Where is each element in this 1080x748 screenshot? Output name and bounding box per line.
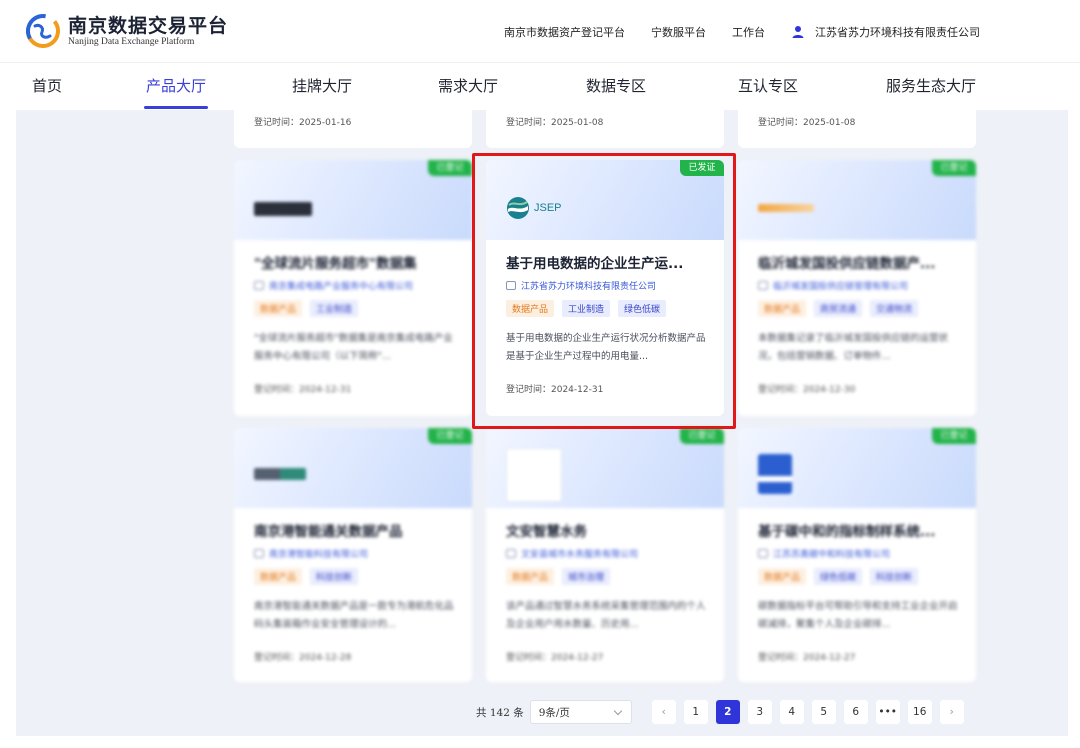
tag: 数据产品 (758, 300, 806, 317)
nav-service-ecosystem[interactable]: 服务生态大厅 (886, 75, 976, 96)
page-button-current[interactable]: 2 (716, 700, 740, 724)
company-logo (758, 204, 814, 212)
page-button[interactable]: 6 (844, 700, 868, 724)
prev-page-button[interactable]: ‹ (652, 700, 676, 724)
page-size-select[interactable]: 9条/页 (530, 700, 632, 724)
status-badge: 已登记 (932, 428, 976, 444)
tag: 数据产品 (758, 568, 806, 585)
product-title[interactable]: 临沂城发国投供应链数据产... (758, 252, 958, 272)
company-logo (254, 468, 306, 480)
product-card-bottom[interactable]: 登记时间：2025-01-08 (738, 110, 976, 148)
register-date: 登记时间：2025-01-16 (254, 115, 351, 128)
nav-product-hall[interactable]: 产品大厅 (146, 75, 206, 96)
main-nav: 首页 产品大厅 挂牌大厅 需求大厅 数据专区 互认专区 服务生态大厅 (0, 62, 1080, 110)
next-page-button[interactable]: › (940, 700, 964, 724)
page-button[interactable]: 4 (780, 700, 804, 724)
status-badge: 已登记 (680, 428, 724, 444)
tag: 科技创新 (870, 568, 918, 585)
link-asset-registration[interactable]: 南京市数据资产登记平台 (504, 24, 625, 40)
company-icon (254, 549, 264, 558)
nav-active-indicator (144, 106, 208, 109)
nav-home[interactable]: 首页 (32, 75, 62, 96)
tag: 交通物流 (870, 300, 918, 317)
chevron-down-icon (613, 707, 621, 715)
product-title[interactable]: 文安智慧水务 (506, 520, 706, 540)
status-badge: 已登记 (428, 428, 472, 444)
logo-icon (26, 14, 60, 48)
product-title[interactable]: 基于碳中和的指标制样系统... (758, 520, 958, 540)
product-title[interactable]: "全球流片服务超市"数据集 (254, 252, 454, 272)
user-account[interactable]: 江苏省苏力环境科技有限责任公司 (791, 24, 980, 40)
tag: 数据产品 (506, 568, 554, 585)
company-link[interactable]: 文安县城市水务服务有限公司 (506, 547, 638, 560)
product-title[interactable]: 南京港智能通关数据产品 (254, 520, 454, 540)
page-button[interactable]: 1 (684, 700, 708, 724)
register-date: 登记时间：2024-12-30 (758, 382, 855, 395)
more-pages-button[interactable]: ••• (876, 700, 900, 724)
company-name: 江苏苏奥碳中和科技有限公司 (773, 547, 890, 560)
company-name: 临沂城发国投供应链管理有限公司 (773, 279, 908, 292)
company-icon (506, 549, 516, 558)
user-icon (791, 25, 805, 39)
company-link[interactable]: 江苏苏奥碳中和科技有限公司 (758, 547, 890, 560)
total-count: 共 142 条 (476, 705, 524, 720)
pagination: 共 142 条 9条/页 ‹ 1 2 3 4 5 6 ••• 16 › (476, 700, 964, 724)
tag: 科技创新 (310, 568, 358, 585)
highlight-box (472, 153, 736, 429)
site-logo[interactable]: 南京数据交易平台 Nanjing Data Exchange Platform (26, 14, 228, 48)
company-link[interactable]: 临沂城发国投供应链管理有限公司 (758, 279, 908, 292)
page-button[interactable]: 3 (748, 700, 772, 724)
user-company-name: 江苏省苏力环境科技有限责任公司 (815, 24, 980, 40)
status-badge: 已登记 (932, 160, 976, 176)
tag: 商贸流通 (814, 300, 862, 317)
product-card[interactable]: 已登记 基于碳中和的指标制样系统... 江苏苏奥碳中和科技有限公司 数据产品 绿… (738, 428, 976, 682)
top-header: 南京数据交易平台 Nanjing Data Exchange Platform … (0, 0, 1080, 62)
product-description: 本数据集记录了临沂城发国投供应链的运营状况，包括营销数据、订单物件... (758, 330, 958, 366)
nav-mutual-recognition[interactable]: 互认专区 (738, 75, 798, 96)
register-date: 登记时间：2024-12-31 (254, 382, 351, 395)
page-button[interactable]: 5 (812, 700, 836, 724)
tag: 数据产品 (254, 568, 302, 585)
company-logo (506, 448, 562, 502)
tag: 数据产品 (254, 300, 302, 317)
product-card[interactable]: 已登记 "全球流片服务超市"数据集 南京集成电路产业服务中心有限公司 数据产品 … (234, 160, 472, 416)
status-badge: 已登记 (428, 160, 472, 176)
register-date: 登记时间：2025-01-08 (758, 115, 855, 128)
register-date: 登记时间：2025-01-08 (506, 115, 603, 128)
nav-demand-hall[interactable]: 需求大厅 (438, 75, 498, 96)
product-description: 南京港智能通关数据产品是一款专为港航危化品码头集装箱作业安全管理设计的... (254, 598, 454, 634)
register-date: 登记时间：2024-12-28 (254, 650, 351, 663)
logo-subtitle: Nanjing Data Exchange Platform (68, 37, 228, 48)
product-card[interactable]: 已登记 文安智慧水务 文安县城市水务服务有限公司 数据产品 城市治理 该产品通过… (486, 428, 724, 682)
company-icon (254, 281, 264, 290)
page-size-value: 9条/页 (539, 705, 570, 720)
company-name: 文安县城市水务服务有限公司 (521, 547, 638, 560)
product-description: 该产品通过智慧水务系统采集管理范围内的个人及企业用户用水数量、历史用... (506, 598, 706, 634)
logo-title: 南京数据交易平台 (68, 15, 228, 37)
company-name: 南京港智能科技有限公司 (269, 547, 368, 560)
company-link[interactable]: 南京集成电路产业服务中心有限公司 (254, 279, 413, 292)
link-workbench[interactable]: 工作台 (732, 24, 765, 40)
product-description: 碳数据指标平台可帮助引导和支持工业企业开启碳减排，聚集个人及企业碳排... (758, 598, 958, 634)
product-description: "全球流片服务超市"数据集是南京集成电路产业服务中心有限公司（以下简称"... (254, 330, 454, 366)
product-card[interactable]: 已登记 南京港智能通关数据产品 南京港智能科技有限公司 数据产品 科技创新 南京… (234, 428, 472, 682)
nav-listing-hall[interactable]: 挂牌大厅 (292, 75, 352, 96)
product-card-bottom[interactable]: 登记时间：2025-01-08 (486, 110, 724, 148)
register-date: 登记时间：2024-12-27 (506, 650, 603, 663)
company-icon (758, 281, 768, 290)
company-icon (758, 549, 768, 558)
company-logo (254, 202, 312, 216)
nav-data-zone[interactable]: 数据专区 (586, 75, 646, 96)
link-ningshufu[interactable]: 宁数服平台 (651, 24, 706, 40)
tag: 绿色低碳 (814, 568, 862, 585)
product-card-bottom[interactable]: 登记时间：2025-01-16 (234, 110, 472, 148)
company-name: 南京集成电路产业服务中心有限公司 (269, 279, 413, 292)
company-logo (758, 454, 792, 494)
page-button[interactable]: 16 (908, 700, 932, 724)
company-link[interactable]: 南京港智能科技有限公司 (254, 547, 368, 560)
product-card[interactable]: 已登记 临沂城发国投供应链数据产... 临沂城发国投供应链管理有限公司 数据产品… (738, 160, 976, 416)
tag: 工业制造 (310, 300, 358, 317)
tag: 城市治理 (562, 568, 610, 585)
register-date: 登记时间：2024-12-27 (758, 650, 855, 663)
